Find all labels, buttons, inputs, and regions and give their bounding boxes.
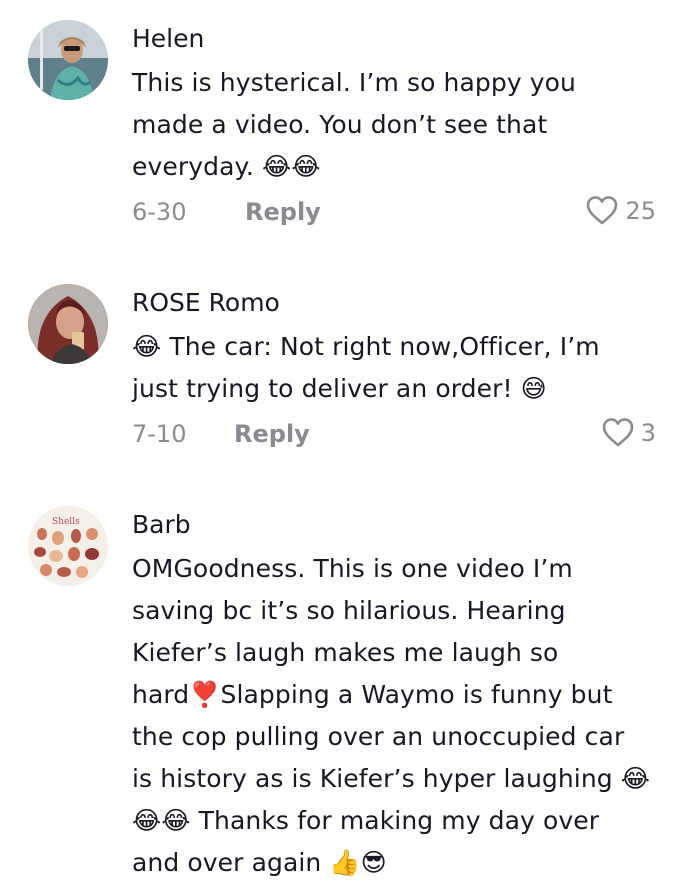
comment-username[interactable]: ROSE Romo [132, 288, 280, 317]
reply-button[interactable]: Reply [245, 198, 321, 226]
heart-outline-icon [602, 418, 634, 447]
comment-date: 6-30 [132, 198, 187, 226]
avatar[interactable] [28, 20, 108, 100]
like-count: 3 [640, 418, 656, 447]
like-button[interactable]: 3 [601, 417, 656, 448]
avatar-photo [28, 20, 108, 100]
comment-item: Shells Barb OMGoodness. This is one vide… [0, 480, 692, 890]
comment-item: ROSE Romo 😂 The car: Not right now,Offic… [0, 260, 692, 480]
like-button[interactable]: 25 [585, 195, 656, 226]
comment-username[interactable]: Helen [132, 24, 204, 53]
comment-text: 😂 The car: Not right now,Officer, I’m ju… [132, 332, 600, 403]
avatar-shells-chart: Shells [28, 506, 108, 586]
avatar[interactable]: Shells [28, 506, 108, 586]
comment-item: Helen This is hysterical. I’m so happy y… [0, 0, 692, 260]
avatar-photo [28, 284, 108, 364]
comment-text: This is hysterical. I’m so happy you mad… [132, 68, 576, 181]
heart-outline-icon [587, 196, 618, 225]
avatar-label: Shells [52, 517, 80, 527]
avatar[interactable] [28, 284, 108, 364]
comment-date: 7-10 [132, 420, 187, 448]
comment-username[interactable]: Barb [132, 510, 191, 539]
comment-text: OMGoodness. This is one video I’m saving… [132, 554, 651, 877]
reply-button[interactable]: Reply [234, 420, 310, 448]
like-count: 25 [625, 196, 656, 225]
